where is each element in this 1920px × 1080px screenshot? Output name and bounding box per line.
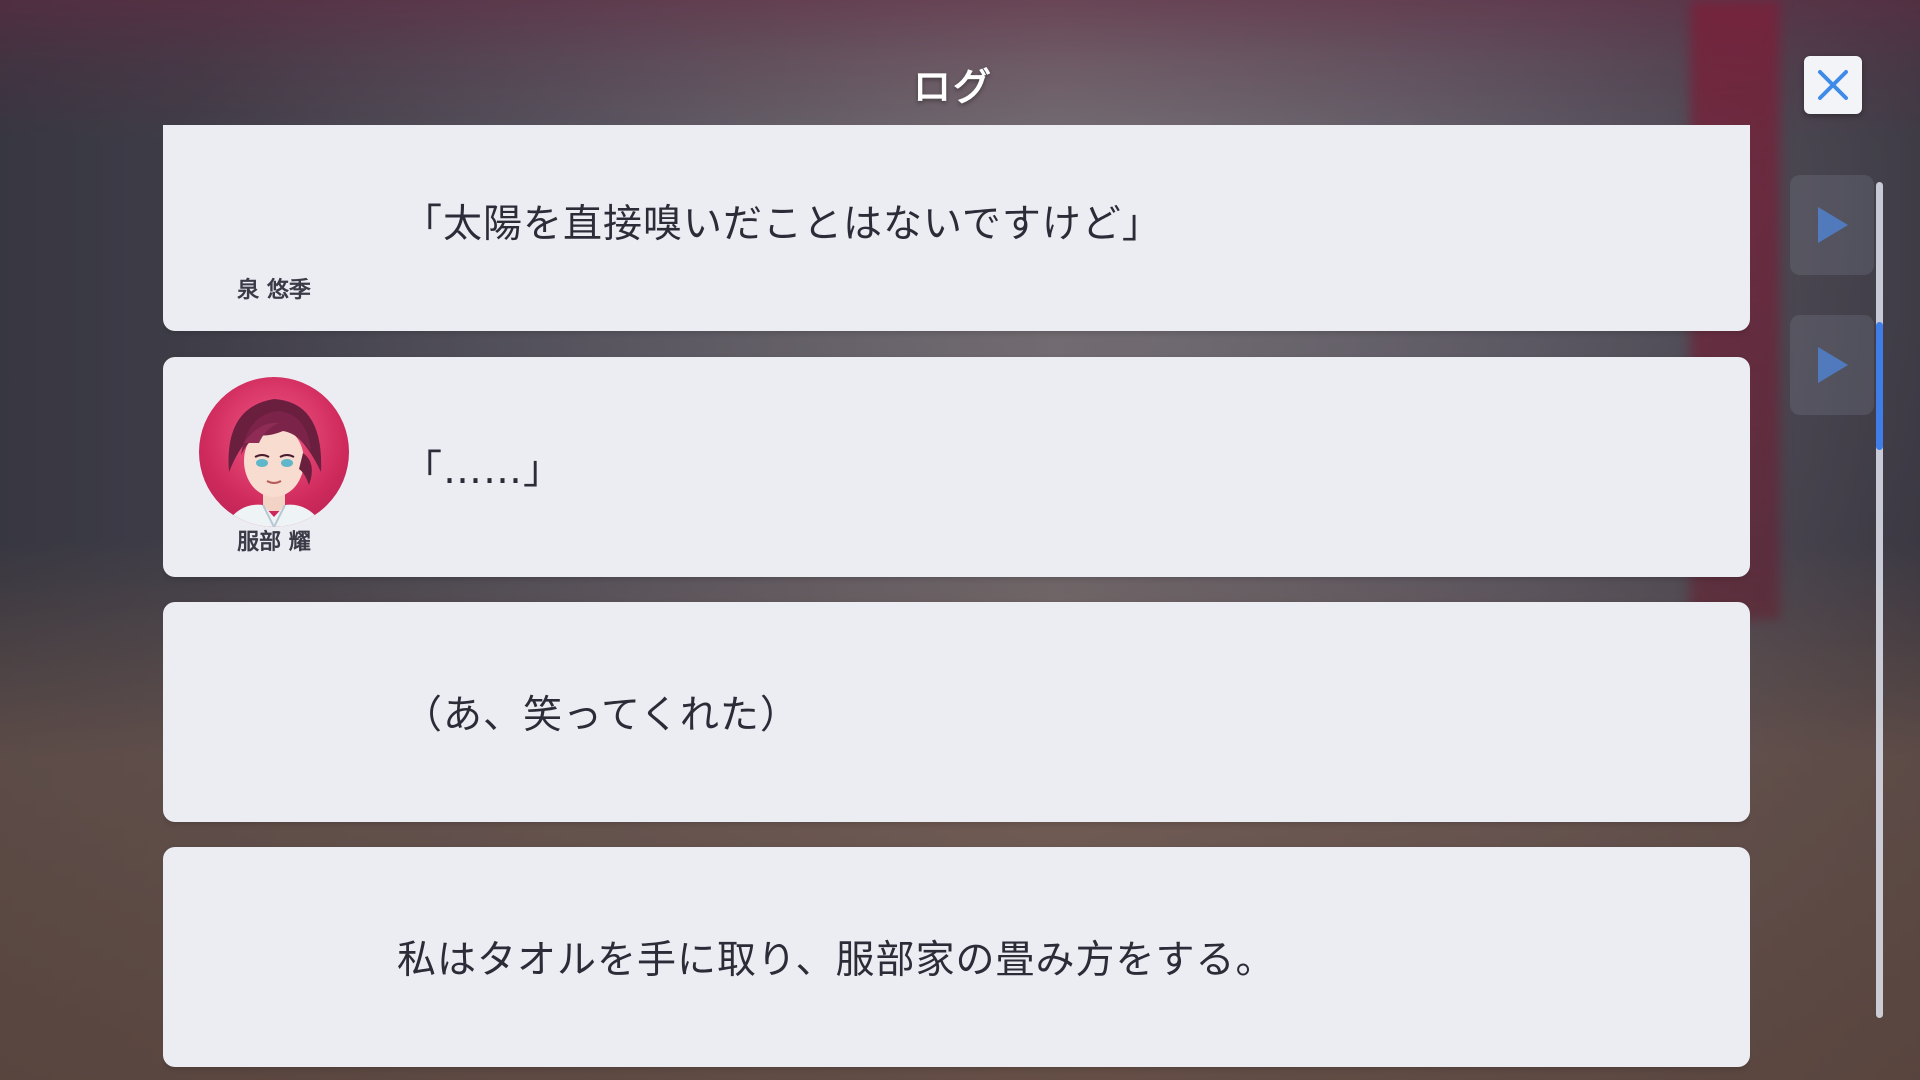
speaker-name: 泉 悠季 [237, 278, 311, 303]
log-list[interactable]: 「太陽を直接嗅いだことはないですけど」 泉 悠季 「……」 服部 耀 （あ、笑っ… [163, 125, 1750, 1080]
scrollbar-track[interactable] [1876, 182, 1883, 1018]
entry-text: （あ、笑ってくれた） [403, 693, 800, 738]
close-icon [1818, 70, 1848, 100]
log-entry: 私はタオルを手に取り、服部家の畳み方をする。 [163, 847, 1750, 1067]
log-entry: 「太陽を直接嗅いだことはないですけど」 泉 悠季 [163, 125, 1750, 331]
avatar [199, 377, 349, 527]
close-button[interactable] [1804, 56, 1862, 114]
side-play-button-1[interactable] [1790, 175, 1874, 275]
scrollbar-thumb[interactable] [1876, 322, 1883, 450]
entry-text: 「……」 [403, 448, 564, 493]
play-icon [1818, 207, 1848, 243]
log-entry: （あ、笑ってくれた） [163, 602, 1750, 822]
character-portrait-icon [224, 399, 324, 527]
entry-text: 私はタオルを手に取り、服部家の畳み方をする。 [397, 938, 1276, 983]
entry-text: 「太陽を直接嗅いだことはないですけど」 [403, 201, 1162, 247]
side-play-button-2[interactable] [1790, 315, 1874, 415]
play-icon [1818, 347, 1848, 383]
speaker-name: 服部 耀 [237, 530, 311, 555]
log-entry: 「……」 服部 耀 [163, 357, 1750, 577]
page-title: ログ [912, 65, 993, 109]
